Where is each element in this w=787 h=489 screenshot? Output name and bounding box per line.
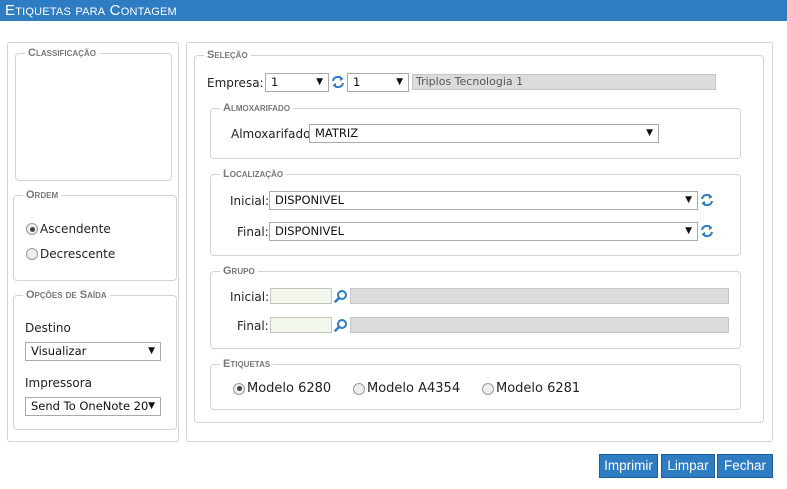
impressora-select[interactable]: Send To OneNote 20 ▼: [25, 397, 161, 416]
almoxarifado-label: Almoxarifado:: [231, 127, 315, 141]
grupo-group: Grupo: [210, 265, 741, 349]
etiquetas-legend: Etiquetas: [223, 358, 271, 370]
radio-modelo-6280[interactable]: Modelo 6280: [233, 381, 331, 396]
radio-modelo-6280-control[interactable]: [233, 382, 245, 395]
destino-select-value: Visualizar: [31, 344, 87, 358]
radio-decrescente-control[interactable]: [26, 248, 38, 260]
chevron-down-icon: ▼: [646, 128, 653, 138]
fechar-button[interactable]: Fechar: [717, 454, 773, 478]
grupo-final-desc: [350, 317, 729, 333]
chevron-down-icon: ▼: [685, 195, 692, 205]
empresa-branch-select[interactable]: 1 ▼: [347, 73, 409, 92]
grupo-inicial-desc: [350, 288, 729, 304]
chevron-down-icon: ▼: [396, 77, 403, 87]
opcoes-saida-legend: Opções de Saída: [26, 289, 107, 301]
almoxarifado-select[interactable]: MATRIZ ▼: [309, 124, 659, 143]
chevron-down-icon: ▼: [148, 401, 155, 411]
localizacao-final-label: Final:: [237, 225, 269, 239]
radio-modelo-6281-label: Modelo 6281: [496, 381, 581, 396]
radio-modelo-a4354-control[interactable]: [353, 382, 365, 395]
almoxarifado-legend: Almoxarifado: [223, 102, 291, 114]
window-title: Etiquetas para Contagem: [0, 0, 787, 21]
localizacao-inicial-label: Inicial:: [230, 194, 270, 208]
empresa-branch-value: 1: [353, 75, 361, 89]
grupo-legend: Grupo: [223, 265, 255, 277]
impressora-label: Impressora: [25, 376, 93, 390]
ordem-legend: Ordem: [26, 189, 59, 201]
grupo-inicial-input[interactable]: [270, 288, 332, 304]
search-icon[interactable]: [334, 318, 348, 332]
chevron-down-icon: ▼: [685, 226, 692, 236]
imprimir-button[interactable]: Imprimir: [599, 454, 658, 478]
radio-ascendente[interactable]: Ascendente: [26, 222, 111, 236]
chevron-down-icon: ▼: [316, 77, 323, 87]
grupo-inicial-label: Inicial:: [230, 290, 270, 304]
refresh-icon[interactable]: [700, 193, 714, 207]
radio-modelo-a4354[interactable]: Modelo A4354: [353, 381, 460, 396]
limpar-button[interactable]: Limpar: [661, 454, 715, 478]
localizacao-group: Localização: [210, 168, 741, 256]
classificacao-group: Classificação: [15, 47, 172, 181]
selecao-legend: Seleção: [207, 49, 248, 61]
localizacao-legend: Localização: [223, 168, 284, 180]
radio-modelo-6281-control[interactable]: [482, 382, 494, 395]
chevron-down-icon: ▼: [148, 346, 155, 356]
empresa-code-select[interactable]: 1 ▼: [265, 73, 329, 92]
localizacao-final-value: DISPONIVEL: [275, 224, 345, 238]
radio-decrescente-label: Decrescente: [40, 247, 116, 261]
radio-ascendente-control[interactable]: [26, 223, 38, 235]
localizacao-final-select[interactable]: DISPONIVEL ▼: [269, 222, 698, 241]
localizacao-inicial-value: DISPONIVEL: [275, 193, 345, 207]
destino-select[interactable]: Visualizar ▼: [25, 342, 161, 361]
empresa-code-value: 1: [271, 75, 279, 89]
radio-decrescente[interactable]: Decrescente: [26, 247, 115, 261]
destino-label: Destino: [25, 321, 71, 335]
refresh-icon[interactable]: [700, 224, 714, 238]
empresa-label: Empresa:: [207, 76, 264, 90]
localizacao-inicial-select[interactable]: DISPONIVEL ▼: [269, 191, 698, 210]
radio-ascendente-label: Ascendente: [40, 222, 111, 236]
search-icon[interactable]: [334, 289, 348, 303]
radio-modelo-6281[interactable]: Modelo 6281: [482, 381, 580, 396]
grupo-final-label: Final:: [237, 319, 269, 333]
impressora-select-value: Send To OneNote 20: [31, 399, 149, 413]
radio-modelo-a4354-label: Modelo A4354: [367, 381, 461, 396]
refresh-icon[interactable]: [331, 75, 345, 89]
grupo-final-input[interactable]: [270, 317, 332, 333]
classificacao-legend: Classificação: [28, 47, 96, 59]
radio-modelo-6280-label: Modelo 6280: [247, 381, 332, 396]
empresa-name-field: Triplos Tecnologia 1: [412, 74, 716, 90]
almoxarifado-select-value: MATRIZ: [315, 126, 359, 140]
